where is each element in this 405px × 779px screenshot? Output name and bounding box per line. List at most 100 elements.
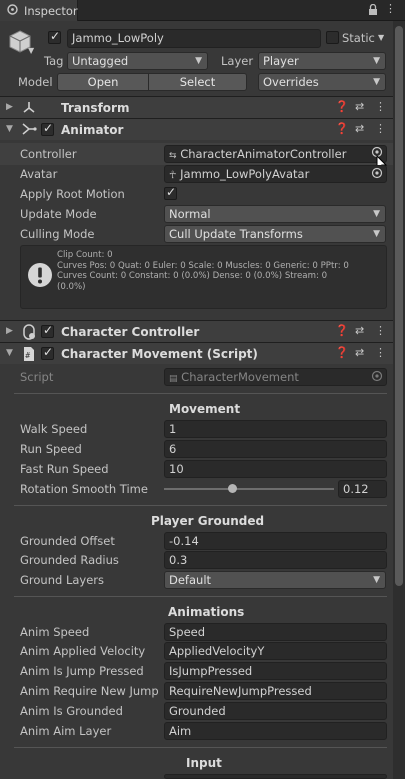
preset-icon[interactable]: ⇄ — [355, 346, 364, 359]
chevron-down-icon: ▼ — [373, 56, 380, 66]
animator-controller-icon: ⇆ — [169, 151, 177, 161]
input-first-field-partial[interactable] — [164, 774, 387, 779]
chevron-down-icon: ▼ — [195, 56, 202, 66]
help-icon[interactable]: ❓ — [335, 324, 349, 337]
character-movement-header[interactable]: ▼ # ✓ Character Movement (Script) ❓ ⇄ ⋮ — [0, 342, 393, 364]
avatar-value: Jammo_LowPolyAvatar — [180, 167, 310, 181]
animator-info-box: Clip Count: 0 Curves Pos: 0 Quat: 0 Eule… — [20, 245, 387, 309]
anim-aim-layer-field[interactable]: Aim — [164, 722, 387, 740]
avatar-label: Avatar — [20, 167, 58, 181]
scrollbar-thumb[interactable] — [395, 26, 403, 586]
preset-icon[interactable]: ⇄ — [355, 100, 364, 113]
anim-is-grounded-field[interactable]: Grounded — [164, 702, 387, 720]
foldout-arrow-icon[interactable]: ▶ — [6, 326, 13, 336]
culling-mode-value: Cull Update Transforms — [169, 227, 303, 241]
culling-mode-label: Culling Mode — [20, 227, 95, 241]
character-controller-icon — [21, 324, 37, 340]
character-controller-enabled-checkbox[interactable]: ✓ — [41, 323, 54, 338]
anim-speed-field[interactable]: Speed — [164, 623, 387, 641]
avatar-field[interactable]: ☥ Jammo_LowPolyAvatar — [164, 165, 387, 183]
anim-applied-velocity-field[interactable]: AppliedVelocityY — [164, 642, 387, 660]
character-controller-title: Character Controller — [61, 325, 200, 339]
animator-icon — [21, 122, 37, 136]
animator-enabled-checkbox[interactable]: ✓ — [41, 121, 54, 136]
character-movement-title: Character Movement (Script) — [61, 347, 258, 361]
help-icon[interactable]: ❓ — [335, 122, 349, 135]
anim-aim-layer-label: Anim Aim Layer — [20, 724, 112, 738]
grounded-radius-field[interactable]: 0.3 — [164, 551, 387, 569]
run-speed-field[interactable]: 6 — [164, 440, 387, 458]
chevron-down-icon: ▼ — [373, 575, 380, 585]
kebab-icon[interactable]: ⋮ — [375, 100, 386, 113]
object-name-field[interactable]: Jammo_LowPoly — [67, 29, 321, 48]
foldout-arrow-icon[interactable]: ▶ — [6, 102, 13, 112]
script-field: ▤ CharacterMovement — [164, 368, 387, 386]
static-checkbox[interactable] — [326, 31, 339, 44]
layer-label: Layer — [221, 54, 254, 68]
ground-layers-dropdown[interactable]: Default ▼ — [164, 571, 386, 589]
section-divider — [14, 596, 387, 597]
avatar-icon: ☥ — [169, 170, 177, 181]
run-speed-label: Run Speed — [20, 442, 82, 456]
kebab-icon[interactable]: ⋮ — [375, 122, 386, 135]
animator-header[interactable]: ▼ ✓ Animator ❓ ⇄ ⋮ — [0, 118, 393, 140]
chevron-down-icon: ▼ — [373, 209, 380, 219]
open-button[interactable]: Open — [57, 73, 149, 91]
section-divider — [14, 505, 387, 506]
transform-header[interactable]: ▶ Transform ❓ ⇄ ⋮ — [0, 96, 393, 118]
apply-root-motion-label: Apply Root Motion — [20, 187, 125, 201]
character-controller-header[interactable]: ▶ ✓ Character Controller ❓ ⇄ ⋮ — [0, 320, 393, 342]
fast-run-speed-field[interactable]: 10 — [164, 460, 387, 478]
layer-value: Player — [263, 54, 299, 68]
anim-is-jump-pressed-field[interactable]: IsJumpPressed — [164, 662, 387, 680]
foldout-arrow-icon[interactable]: ▼ — [6, 124, 13, 134]
grounded-offset-field[interactable]: -0.14 — [164, 532, 387, 550]
anim-is-grounded-label: Anim Is Grounded — [20, 704, 123, 718]
object-picker-icon[interactable] — [371, 167, 383, 179]
kebab-icon[interactable]: ⋮ — [375, 324, 386, 337]
rotation-smooth-time-label: Rotation Smooth Time — [20, 482, 148, 496]
overrides-dropdown[interactable]: Overrides ▼ — [258, 73, 386, 91]
foldout-arrow-icon[interactable]: ▼ — [6, 348, 13, 358]
anim-require-new-jump-label: Anim Require New Jump — [20, 684, 159, 698]
animator-title: Animator — [61, 123, 124, 137]
layer-dropdown[interactable]: Player ▼ — [258, 52, 386, 70]
ground-layers-value: Default — [169, 573, 212, 587]
static-label: Static — [342, 31, 375, 45]
walk-speed-field[interactable]: 1 — [164, 420, 387, 438]
static-dropdown-arrow[interactable]: ▼ — [378, 33, 384, 42]
inspector-icon — [7, 4, 18, 15]
apply-root-motion-checkbox[interactable]: ✓ — [164, 185, 177, 200]
info-icon — [27, 262, 53, 288]
character-movement-enabled-checkbox[interactable]: ✓ — [41, 345, 54, 360]
anim-require-new-jump-field[interactable]: RequireNewJumpPressed — [164, 682, 387, 700]
object-picker-icon — [371, 370, 383, 382]
tag-label: Tag — [44, 54, 64, 68]
lock-icon[interactable] — [368, 3, 378, 16]
tag-dropdown[interactable]: Untagged ▼ — [67, 52, 208, 70]
overrides-label: Overrides — [263, 75, 319, 89]
section-player-grounded: Player Grounded — [151, 514, 265, 528]
controller-value: CharacterAnimatorController — [180, 147, 347, 161]
object-active-checkbox[interactable]: ✓ — [48, 29, 61, 44]
ground-layers-label: Ground Layers — [20, 573, 105, 587]
preset-icon[interactable]: ⇄ — [355, 122, 364, 135]
rotation-smooth-slider-knob[interactable] — [227, 484, 237, 493]
help-icon[interactable]: ❓ — [335, 346, 349, 359]
rotation-smooth-slider-track[interactable] — [164, 488, 334, 490]
tab-inspector[interactable]: Inspector — [0, 0, 78, 21]
rotation-smooth-time-field[interactable]: 0.12 — [338, 480, 387, 498]
section-divider — [14, 393, 387, 394]
culling-mode-dropdown[interactable]: Cull Update Transforms ▼ — [164, 225, 386, 243]
info-line: Curves Count: 0 Constant: 0 (0.0%) Dense… — [57, 271, 328, 281]
select-button[interactable]: Select — [148, 73, 247, 91]
preset-icon[interactable]: ⇄ — [355, 324, 364, 337]
kebab-icon[interactable]: ⋮ — [375, 346, 386, 359]
update-mode-dropdown[interactable]: Normal ▼ — [164, 205, 386, 223]
update-mode-label: Update Mode — [20, 207, 97, 221]
controller-field[interactable]: ⇆ CharacterAnimatorController — [164, 145, 387, 163]
help-icon[interactable]: ❓ — [335, 100, 349, 113]
menu-icon[interactable]: ⋮ — [385, 2, 396, 15]
icon-dropdown-arrow[interactable]: ▼ — [28, 46, 34, 55]
section-divider — [14, 747, 387, 748]
